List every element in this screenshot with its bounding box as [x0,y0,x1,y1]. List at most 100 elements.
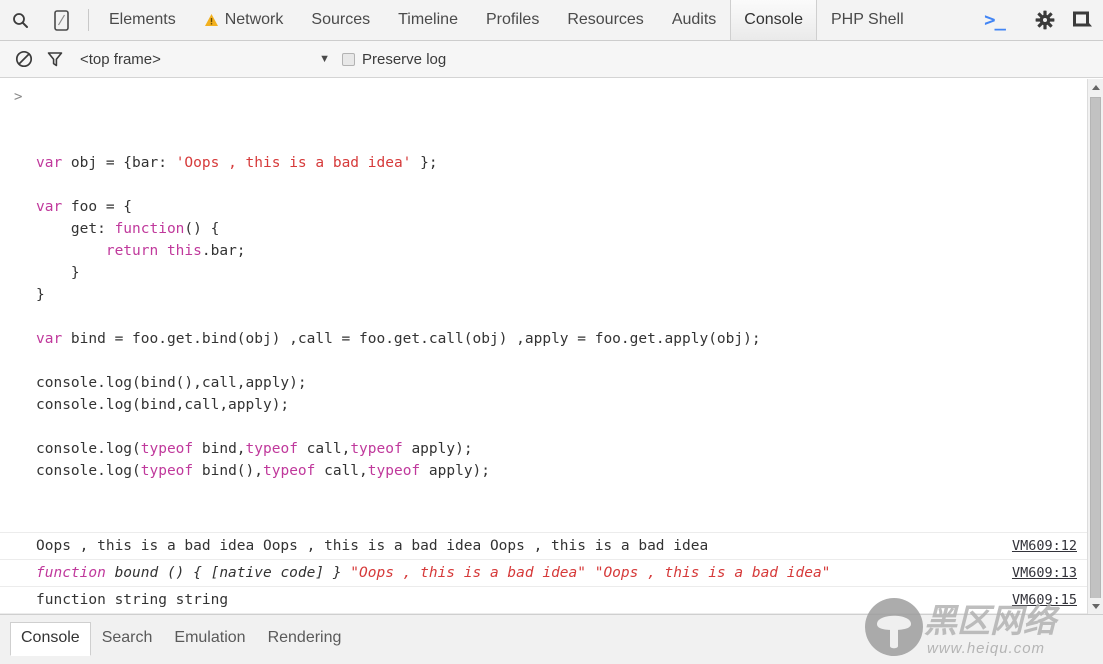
tab-elements[interactable]: Elements [95,0,190,40]
drawer-tab-console[interactable]: Console [10,622,91,656]
code-token: var [36,155,63,171]
console-input-line: var foo = { [36,196,1087,218]
search-icon[interactable] [0,0,41,40]
message-token: bound () { [native code] } [105,565,351,581]
console-input-line: console.log(typeof bind,typeof call,type… [36,438,1087,460]
code-token: apply); [402,441,473,457]
dock-layout-icon[interactable] [1065,10,1099,30]
source-link[interactable]: VM609:15 [1012,588,1077,612]
source-link[interactable]: VM609:12 [1012,534,1077,558]
code-token: bind, [193,441,246,457]
source-link[interactable]: VM609:13 [1012,561,1077,585]
code-token: foo = { [62,199,133,215]
console-message-row: function string string VM609:15 [0,586,1087,613]
drawer-tab-search[interactable]: Search [91,622,164,656]
scrollbar-down-button[interactable] [1088,598,1103,614]
tab-resources[interactable]: Resources [553,0,657,40]
tab-profiles-label: Profiles [485,11,540,28]
scrollbar-up-button[interactable] [1088,79,1103,95]
search-icon-glyph [13,12,28,28]
tab-network[interactable]: Network [190,0,298,40]
console-message-list: > var obj = {bar: 'Oops , this is a bad … [0,79,1087,614]
message-token: function string string [36,592,229,608]
drawer-tab-rendering[interactable]: Rendering [257,622,353,656]
tab-php-shell[interactable]: PHP Shell [817,0,918,40]
drawer-tab-emulation-label: Emulation [174,629,246,646]
message-token: function [36,565,106,581]
console-input-echo-lines: var obj = {bar: 'Oops , this is a bad id… [36,152,1087,482]
console-message-text: Oops , this is a bad idea Oops , this is… [36,534,708,558]
console-input-line: console.log(bind,call,apply); [36,394,1087,416]
code-token: return this [105,243,202,259]
scrollbar-thumb[interactable] [1090,97,1101,602]
message-token: Oops , this is a bad idea Oops , this is… [36,538,709,554]
device-mode-icon-glyph [54,9,69,31]
code-token: console.log(bind,call,apply); [36,397,290,413]
code-token: typeof [350,441,403,457]
console-input-echo[interactable]: > var obj = {bar: 'Oops , this is a bad … [0,79,1087,532]
warning-icon-glyph [204,14,218,26]
code-token: function [114,221,185,237]
code-token: console.log( [36,463,141,479]
drawer-tab-rendering-label: Rendering [267,629,342,646]
gear-icon[interactable] [1024,10,1065,30]
chevron-up-icon [1091,84,1100,90]
warning-icon [204,13,219,27]
preserve-log-checkbox[interactable]: Preserve log [342,51,446,68]
console-scrollbar[interactable] [1087,79,1103,614]
code-token: var [36,331,63,347]
filter-icon[interactable] [39,45,70,73]
code-token: typeof [367,463,421,479]
console-message-text: function bound () { [native code] } "Oop… [36,561,830,585]
code-token: () { [184,221,220,237]
code-token: 'Oops , this is a bad idea' [175,155,412,171]
console-message-row: Oops , this is a bad idea Oops , this is… [0,532,1087,559]
drawer-tab-search-label: Search [101,629,153,646]
tab-profiles[interactable]: Profiles [472,0,553,40]
input-prompt-icon: > [14,89,23,105]
console-filter-bar: <top frame> ▼ Preserve log [0,41,1103,78]
tab-timeline[interactable]: Timeline [384,0,472,40]
execution-context-selector[interactable]: <top frame> ▼ [80,51,338,68]
console-input-line: var bind = foo.get.bind(obj) ,call = foo… [36,328,1087,350]
console-input-line: } [36,284,1087,306]
console-input-line: } [36,262,1087,284]
code-token: typeof [263,463,316,479]
gear-icon-glyph [1035,10,1054,30]
tab-resources-label: Resources [567,11,644,28]
tab-audits[interactable]: Audits [658,0,730,40]
tab-php-shell-label: PHP Shell [830,11,904,28]
tab-timeline-label: Timeline [398,11,458,28]
console-input-line [36,416,1087,438]
console-message-text: function string string [36,588,228,612]
console-input-line [36,350,1087,372]
console-input-line [36,306,1087,328]
chevron-down-icon [1091,603,1100,609]
tab-audits-label: Audits [671,11,717,28]
drawer-tab-bar: Console Search Emulation Rendering [0,614,1103,664]
console-input-line [36,174,1087,196]
drawer-tab-emulation[interactable]: Emulation [163,622,256,656]
tab-console[interactable]: Console [730,0,817,40]
code-token: .bar; [201,243,246,259]
toggle-console-drawer-icon[interactable]: >_ [974,10,1015,30]
panel-tab-list: Elements Network Sources Timeline Profil… [95,0,974,40]
console-input-line: return this.bar; [36,240,1087,262]
tab-sources[interactable]: Sources [297,0,384,40]
device-mode-icon[interactable] [41,0,82,40]
code-token: call, [315,463,368,479]
tab-console-label: Console [744,11,803,28]
clear-console-icon-glyph [15,50,32,68]
code-token: bind(), [193,463,263,479]
clear-console-icon[interactable] [8,45,39,73]
console-view: > var obj = {bar: 'Oops , this is a bad … [0,79,1103,614]
preserve-log-checkbox-box[interactable] [342,52,355,66]
filter-icon-glyph [47,52,62,67]
code-token: console.log(bind(),call,apply); [36,375,307,391]
code-token: } [36,287,45,303]
code-token: console.log( [36,441,141,457]
code-token: typeof [140,463,194,479]
code-token: bind = foo.get.bind(obj) ,call = foo.get… [62,331,761,347]
dock-layout-icon-glyph [1072,11,1092,27]
